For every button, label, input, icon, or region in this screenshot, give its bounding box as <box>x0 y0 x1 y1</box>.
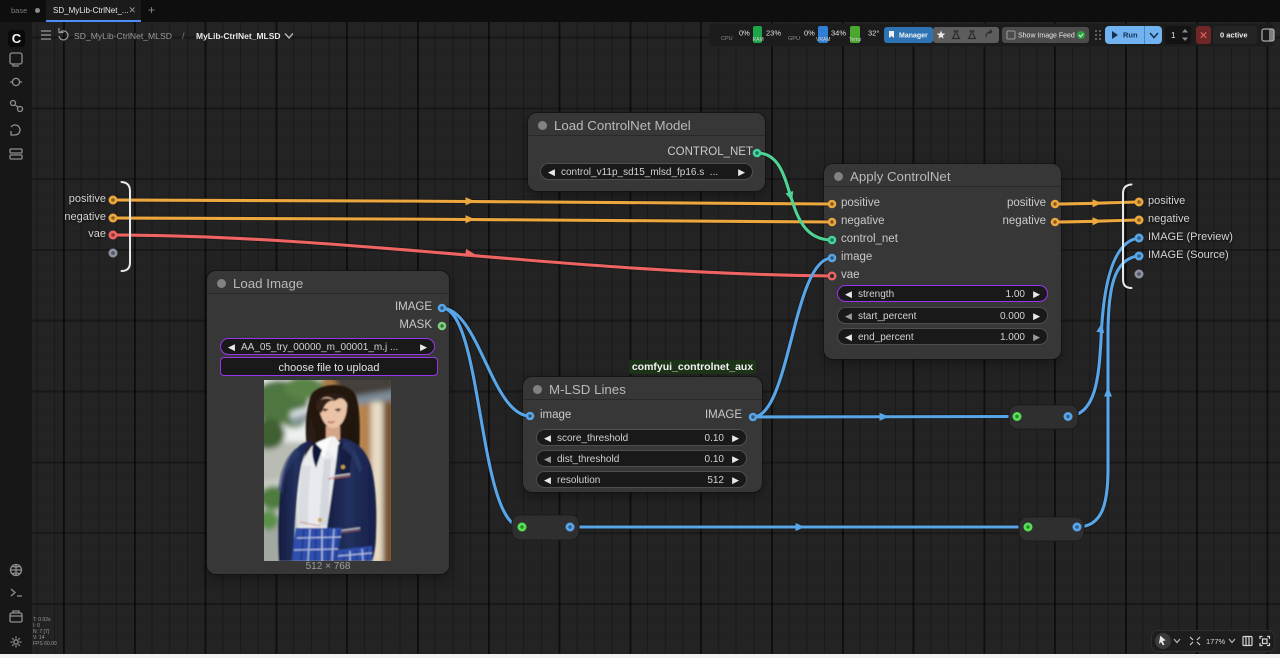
svg-text:1: 1 <box>1171 31 1176 40</box>
svg-text:34%: 34% <box>831 29 846 38</box>
svg-text:RAM: RAM <box>753 37 764 43</box>
svg-text:C: C <box>12 31 22 46</box>
svg-text:0%: 0% <box>804 29 815 38</box>
svg-text:MyLib-CtrlNet_MLSD: MyLib-CtrlNet_MLSD <box>196 31 281 41</box>
svg-text:Show Image Feed: Show Image Feed <box>1018 33 1075 40</box>
svg-text:VRAM: VRAM <box>816 37 830 43</box>
svg-text:Manager: Manager <box>899 33 928 40</box>
svg-text:23%: 23% <box>766 29 781 38</box>
svg-text:Temp: Temp <box>849 37 861 43</box>
svg-text:32°: 32° <box>868 29 879 38</box>
svg-text:/: / <box>182 31 185 41</box>
svg-text:177%: 177% <box>1206 637 1226 646</box>
svg-text:GPU: GPU <box>788 36 800 42</box>
svg-text:0 active: 0 active <box>1220 31 1248 40</box>
svg-text:Run: Run <box>1123 31 1138 40</box>
svg-text:CPU: CPU <box>721 36 733 42</box>
svg-text:SD_MyLib-CtrlNet_MLSD: SD_MyLib-CtrlNet_MLSD <box>74 31 172 41</box>
svg-text:0%: 0% <box>739 29 750 38</box>
